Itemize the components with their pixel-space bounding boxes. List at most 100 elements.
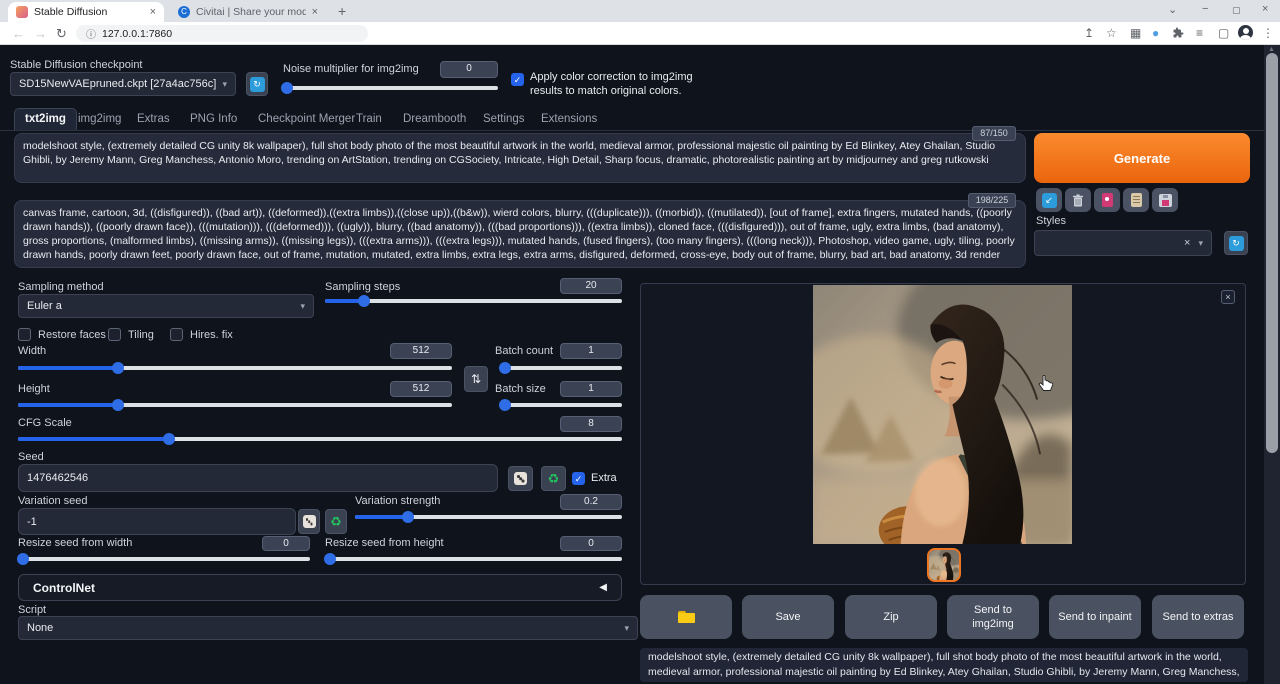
side-panel-icon[interactable]: ▢ <box>1218 26 1229 40</box>
batch-size-label: Batch size <box>495 383 546 395</box>
window-menu-icon[interactable]: ⌄ <box>1168 3 1177 16</box>
checkpoint-refresh-button[interactable]: ↻ <box>246 72 268 96</box>
new-tab-button[interactable]: + <box>338 3 346 19</box>
controlnet-label: ControlNet <box>33 581 95 595</box>
reuse-variation-seed-button[interactable]: ♻ <box>325 509 347 534</box>
apps-grid-icon[interactable]: ▦ <box>1130 26 1141 40</box>
extra-networks-card-icon <box>1102 193 1113 207</box>
resize-seed-width-slider[interactable] <box>18 553 310 565</box>
back-button[interactable]: ← <box>12 26 25 41</box>
tab-img2img[interactable]: img2img <box>78 113 121 125</box>
browser-tabstrip: Stable Diffusion × C Civitai | Share you… <box>0 0 1280 22</box>
cfg-scale-slider[interactable] <box>18 433 622 445</box>
share-icon[interactable]: ↥ <box>1084 26 1094 40</box>
variation-seed-label: Variation seed <box>18 495 88 507</box>
variation-seed-input[interactable]: -1 <box>18 508 296 535</box>
tab-close-icon[interactable]: × <box>150 6 156 18</box>
sampling-steps-value[interactable]: 20 <box>560 278 622 294</box>
bookmark-star-icon[interactable]: ☆ <box>1106 26 1117 40</box>
reuse-seed-button[interactable]: ♻ <box>541 466 566 491</box>
batch-size-value[interactable]: 1 <box>560 381 622 397</box>
controlnet-accordion[interactable]: ControlNet ◀ <box>18 574 622 601</box>
resize-seed-height-value[interactable]: 0 <box>560 536 622 551</box>
height-slider[interactable] <box>18 399 452 411</box>
send-to-img2img-button[interactable]: Send to img2img <box>947 595 1039 639</box>
collapse-arrow-icon: ◀ <box>599 582 607 593</box>
extra-networks-button[interactable] <box>1094 188 1120 212</box>
width-slider[interactable] <box>18 362 452 374</box>
profile-avatar[interactable] <box>1238 25 1253 40</box>
send-to-inpaint-button[interactable]: Send to inpaint <box>1049 595 1141 639</box>
window-close-button[interactable]: × <box>1262 3 1268 15</box>
checkpoint-dropdown[interactable]: SD15NewVAEpruned.ckpt [27a4ac756c] ▾ <box>10 72 236 96</box>
scrollbar-thumb[interactable] <box>1266 53 1278 453</box>
negative-prompt-textarea[interactable]: canvas frame, cartoon, 3d, ((disfigured)… <box>14 200 1026 268</box>
browser-menu-icon[interactable]: ⋮ <box>1262 26 1274 40</box>
noise-multiplier-value[interactable]: 0 <box>440 61 498 78</box>
tab-extensions[interactable]: Extensions <box>541 113 597 125</box>
seed-input[interactable]: 1476462546 <box>18 464 498 492</box>
batch-count-slider[interactable] <box>500 362 622 374</box>
width-value[interactable]: 512 <box>390 343 452 359</box>
close-gallery-button[interactable]: × <box>1221 290 1235 304</box>
clear-styles-icon[interactable]: × <box>1184 237 1190 249</box>
tab-settings[interactable]: Settings <box>483 113 525 125</box>
tiling-checkbox[interactable] <box>108 328 121 341</box>
resize-seed-width-value[interactable]: 0 <box>262 536 310 551</box>
tab-train[interactable]: Train <box>356 113 382 125</box>
tab-dreambooth[interactable]: Dreambooth <box>403 113 466 125</box>
color-correction-checkbox[interactable]: ✓ <box>511 73 524 86</box>
address-bar[interactable]: ⓘ 127.0.0.1:7860 <box>76 25 368 42</box>
tab-close-icon[interactable]: × <box>312 6 318 18</box>
sampling-method-dropdown[interactable]: Euler a ▾ <box>18 294 314 318</box>
generate-button[interactable]: Generate <box>1034 133 1250 183</box>
generated-image[interactable] <box>813 285 1072 544</box>
browser-tab-stable-diffusion[interactable]: Stable Diffusion × <box>8 2 164 22</box>
browser-tab-civitai[interactable]: C Civitai | Share your models × <box>170 2 326 22</box>
styles-dropdown[interactable]: × ▾ <box>1034 230 1212 256</box>
tab-checkpoint-merger[interactable]: Checkpoint Merger <box>258 113 355 125</box>
batch-size-slider[interactable] <box>500 399 622 411</box>
styles-label: Styles <box>1036 215 1066 227</box>
tab-extras[interactable]: Extras <box>137 113 170 125</box>
random-seed-button[interactable] <box>508 466 533 491</box>
prompt-textarea[interactable]: modelshoot style, (extremely detailed CG… <box>14 133 1026 183</box>
window-restore-button[interactable]: ▢ <box>1232 5 1241 16</box>
script-dropdown[interactable]: None ▾ <box>18 616 638 640</box>
batch-count-value[interactable]: 1 <box>560 343 622 359</box>
zip-button[interactable]: Zip <box>845 595 937 639</box>
forward-button[interactable]: → <box>34 26 47 41</box>
tiling-label: Tiling <box>128 329 154 341</box>
tab-png-info[interactable]: PNG Info <box>190 113 237 125</box>
hires-fix-checkbox[interactable] <box>170 328 183 341</box>
variation-strength-slider[interactable] <box>355 511 622 523</box>
restore-faces-checkbox[interactable] <box>18 328 31 341</box>
read-params-button[interactable]: ↙ <box>1036 188 1062 212</box>
styles-refresh-button[interactable]: ↻ <box>1224 231 1248 255</box>
cfg-scale-value[interactable]: 8 <box>560 416 622 432</box>
noise-multiplier-slider[interactable] <box>283 82 498 94</box>
apply-style-button[interactable] <box>1123 188 1149 212</box>
reading-list-icon[interactable]: ≡ <box>1196 26 1203 40</box>
save-style-button[interactable] <box>1152 188 1178 212</box>
variation-strength-value[interactable]: 0.2 <box>560 494 622 510</box>
extensions-puzzle-icon[interactable] <box>1172 27 1184 42</box>
scroll-up-icon[interactable]: ▲ <box>1268 46 1275 53</box>
extra-seed-checkbox[interactable]: ✓ <box>572 472 585 485</box>
tab-txt2img[interactable]: txt2img <box>14 108 77 130</box>
site-info-icon[interactable]: ⓘ <box>86 26 96 41</box>
reload-button[interactable]: ↻ <box>56 26 67 42</box>
swap-dimensions-button[interactable]: ⇅ <box>464 366 488 392</box>
open-folder-button[interactable] <box>640 595 732 639</box>
random-variation-seed-button[interactable] <box>298 509 320 534</box>
window-minimize-button[interactable]: − <box>1202 3 1208 15</box>
extension-dot-icon[interactable]: ● <box>1152 26 1159 40</box>
page-scrollbar[interactable]: ▲ <box>1264 45 1280 684</box>
height-value[interactable]: 512 <box>390 381 452 397</box>
sampling-steps-slider[interactable] <box>325 295 622 307</box>
gallery-thumbnail[interactable] <box>927 548 961 582</box>
save-button[interactable]: Save <box>742 595 834 639</box>
clear-prompt-button[interactable] <box>1065 188 1091 212</box>
send-to-extras-button[interactable]: Send to extras <box>1152 595 1244 639</box>
resize-seed-height-slider[interactable] <box>325 553 622 565</box>
